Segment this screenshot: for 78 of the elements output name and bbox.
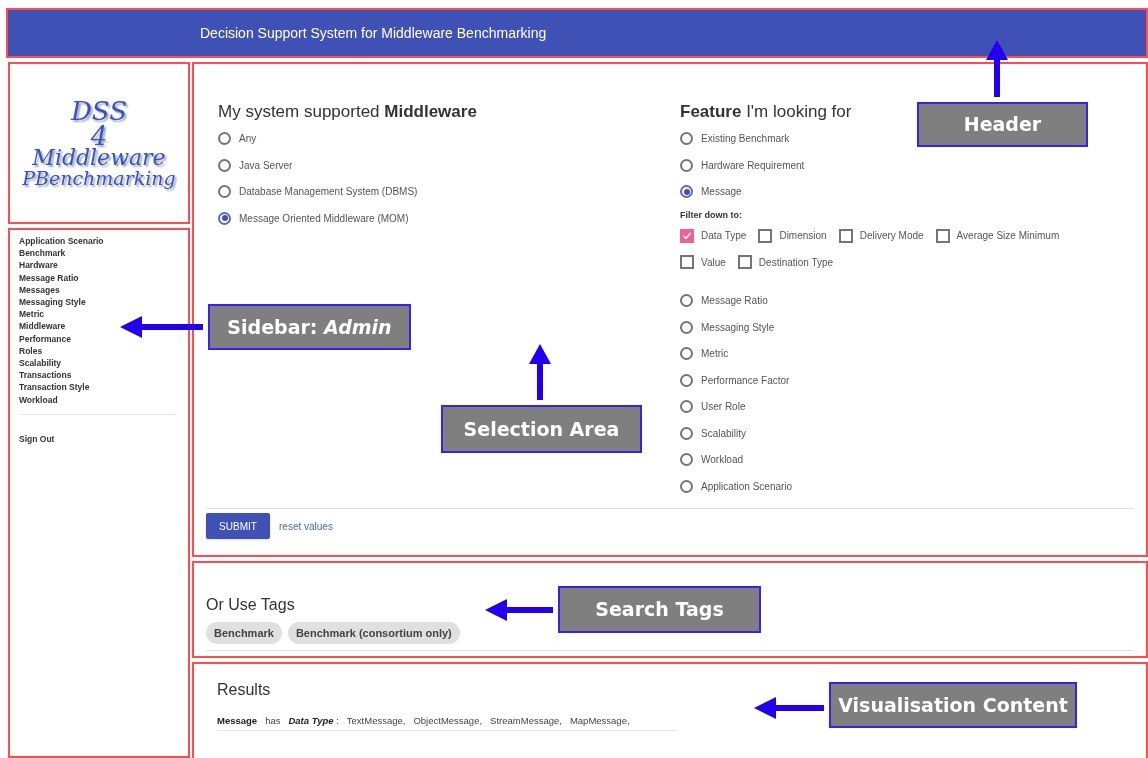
radio-button[interactable] <box>680 373 693 387</box>
sidebar-item[interactable]: Messaging Style <box>19 296 179 309</box>
logo: DSS 4 Middleware PBenchmarking <box>8 62 190 224</box>
sidebar-item[interactable]: Middleware <box>19 320 179 333</box>
sidebar-item[interactable]: Workload <box>19 393 179 406</box>
radio-button[interactable] <box>680 400 693 414</box>
filter-label: Filter down to: <box>680 209 743 222</box>
checkbox[interactable] <box>680 228 694 243</box>
radio-button[interactable] <box>218 132 231 146</box>
radio-button[interactable] <box>680 185 693 199</box>
tag-chip[interactable]: Benchmark (consortium only) <box>287 622 460 644</box>
option-label: Java Server <box>239 158 293 173</box>
checkbox[interactable] <box>758 228 773 243</box>
radio-button[interactable] <box>680 347 693 361</box>
radio-button[interactable] <box>680 158 693 172</box>
option-label: Any <box>239 132 257 147</box>
sidebar-item[interactable]: Scalability <box>19 357 179 370</box>
submit-button[interactable]: SUBMIT <box>206 513 270 539</box>
sidebar-item[interactable]: Application Scenario <box>19 235 179 248</box>
checkbox[interactable] <box>680 255 694 270</box>
option-label: Delivery Mode <box>859 229 924 244</box>
radio-button[interactable] <box>680 426 693 440</box>
app-title: Decision Support System for Middleware Benchmarking <box>200 23 547 43</box>
callout-label: Selection Area <box>441 405 642 453</box>
checkbox[interactable] <box>838 228 853 243</box>
result-line: Message has Data Type : TextMessage, ObjectMessage, StreamMessage, MapMessage, <box>217 714 677 732</box>
sidebar-item[interactable]: Benchmark <box>19 247 179 260</box>
radio-button[interactable] <box>218 211 231 225</box>
option-label: Dimension <box>779 229 827 244</box>
arrow <box>529 344 551 400</box>
section-heading: Feature I'm looking for <box>680 101 852 123</box>
sidebar-item[interactable]: Transaction Style <box>19 381 179 394</box>
arrow <box>754 697 824 719</box>
callout-label: Header <box>917 102 1088 147</box>
option-label: Application Scenario <box>701 479 793 494</box>
sidebar-item[interactable]: Message Ratio <box>19 271 179 284</box>
checkbox[interactable] <box>935 228 950 243</box>
arrow <box>485 599 553 621</box>
radio-button[interactable] <box>680 453 693 467</box>
option-label: Destination Type <box>758 255 834 270</box>
option-label: Hardware Requirement <box>701 158 805 173</box>
section-heading: My system supported Middleware <box>218 101 477 123</box>
arrow <box>986 40 1008 97</box>
sidebar-item[interactable]: Metric <box>19 308 179 321</box>
option-label: Scalability <box>701 426 747 441</box>
option-label: Average Size Minimum <box>956 229 1060 244</box>
option-label: Performance Factor <box>701 373 790 388</box>
radio-button[interactable] <box>680 294 693 308</box>
option-label: User Role <box>701 400 746 415</box>
option-label: Database Management System (DBMS) <box>239 185 418 200</box>
tag-chip[interactable]: Benchmark <box>206 622 282 644</box>
reset-link[interactable]: reset values <box>279 518 333 534</box>
radio-button[interactable] <box>680 479 693 493</box>
option-label: Message Oriented Middleware (MOM) <box>239 211 409 226</box>
option-label: Metric <box>701 347 729 362</box>
sidebar-item[interactable]: Messages <box>19 283 179 296</box>
option-label: Message Ratio <box>701 294 768 309</box>
option-label: Workload <box>701 453 744 468</box>
option-label: Value <box>701 255 726 270</box>
callout-label: Sidebar: Admin <box>208 304 411 350</box>
sidebar-item[interactable]: Performance <box>19 332 179 345</box>
callout-label: Search Tags <box>558 586 761 633</box>
section-heading: Results <box>217 680 271 700</box>
sign-out-link[interactable]: Sign Out <box>19 433 55 444</box>
sidebar-item[interactable]: Hardware <box>19 259 179 272</box>
option-label: Messaging Style <box>701 320 775 335</box>
checkbox[interactable] <box>737 255 752 270</box>
radio-button[interactable] <box>218 158 231 172</box>
sidebar-item[interactable]: Roles <box>19 344 179 358</box>
callout-label: Visualisation Content <box>829 682 1077 728</box>
option-label: Message <box>701 185 742 200</box>
radio-button[interactable] <box>218 185 231 199</box>
radio-button[interactable] <box>680 320 693 334</box>
option-label: Existing Benchmark <box>701 132 790 147</box>
radio-button[interactable] <box>680 132 693 146</box>
section-heading: Or Use Tags <box>206 595 295 615</box>
sidebar-item[interactable]: Transactions <box>19 369 179 382</box>
option-label: Data Type <box>701 229 747 244</box>
